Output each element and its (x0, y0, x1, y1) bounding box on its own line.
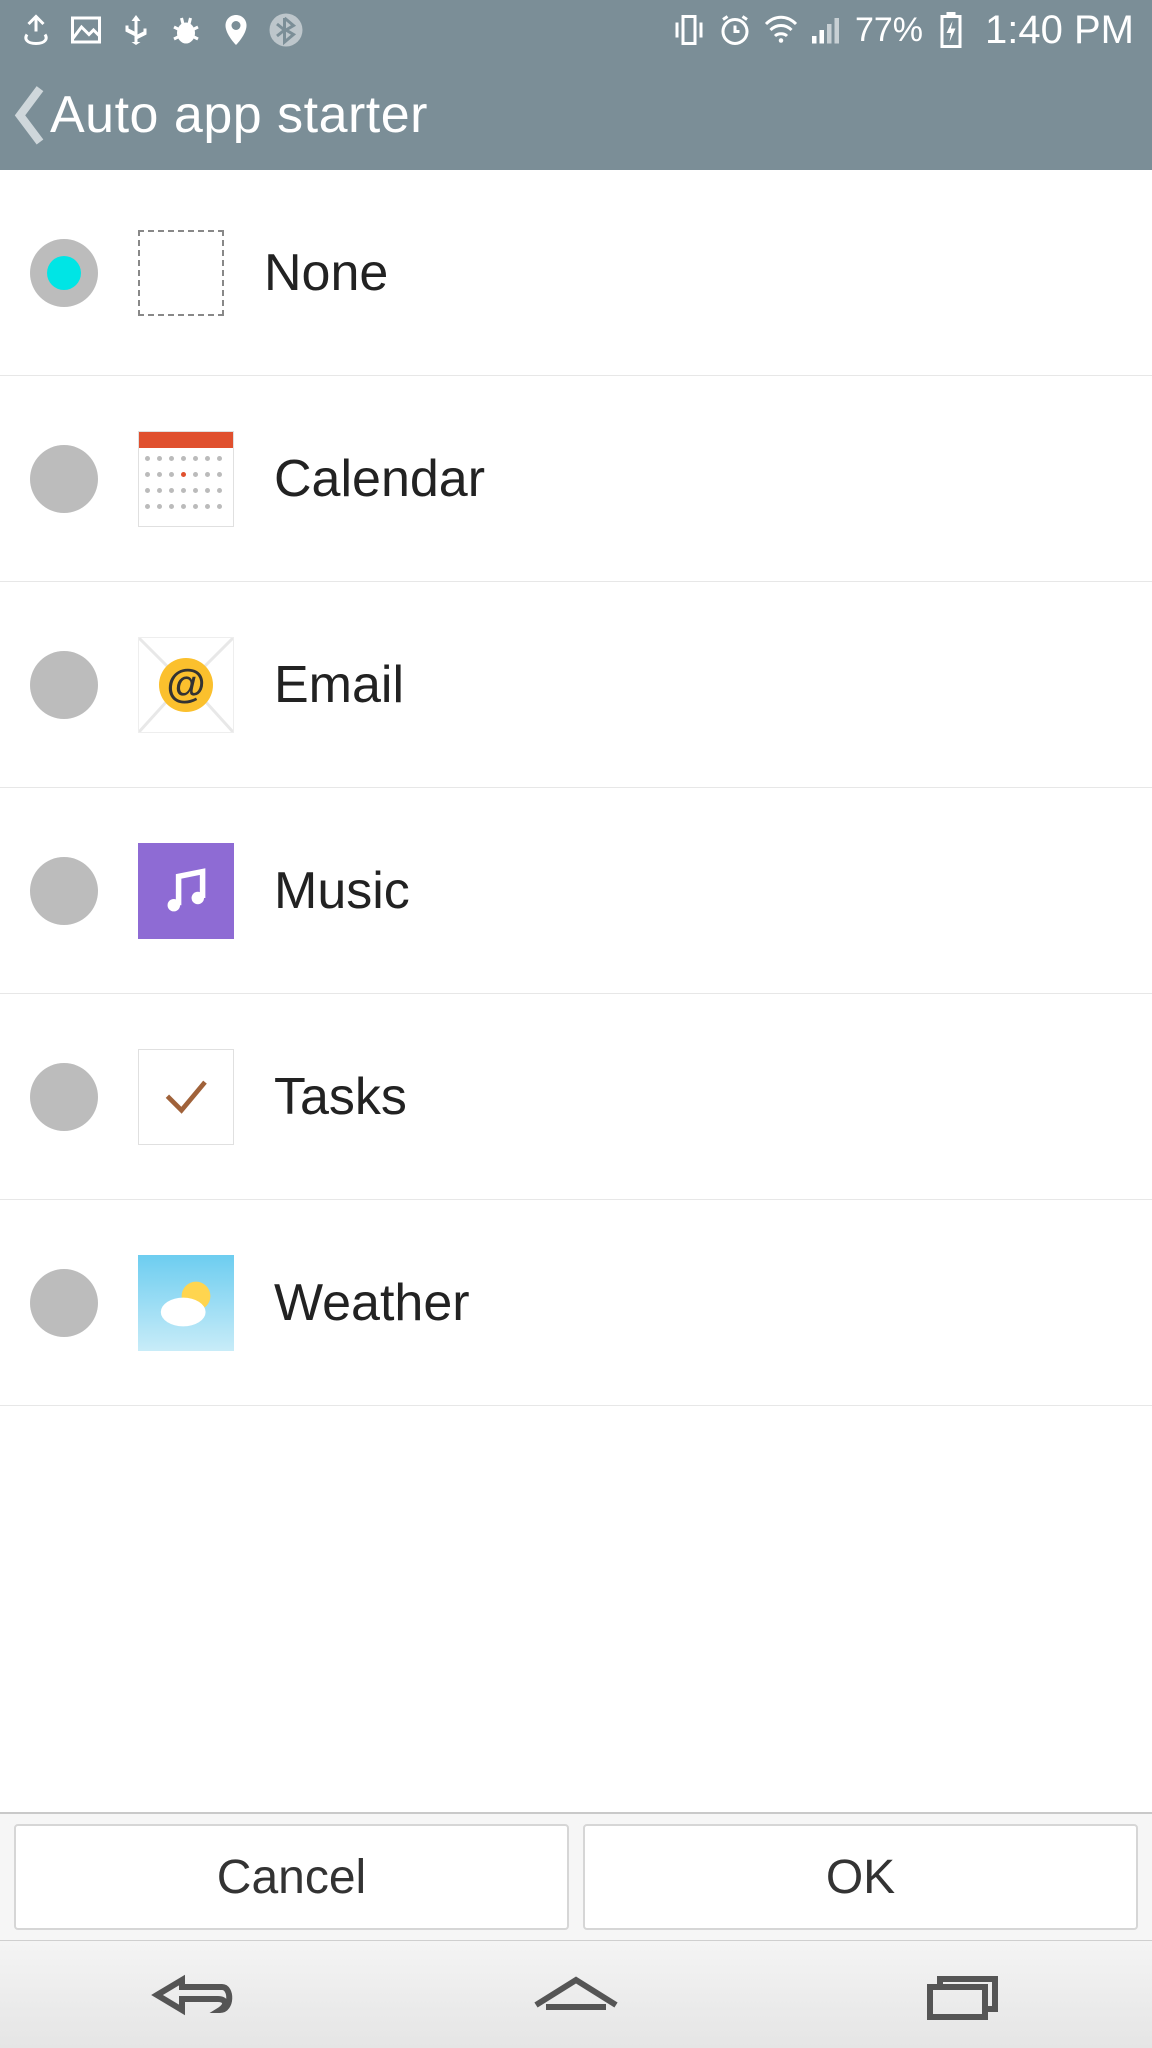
picture-icon (68, 12, 104, 48)
ok-button[interactable]: OK (583, 1824, 1138, 1930)
status-left (18, 12, 304, 48)
radio-music[interactable] (30, 857, 98, 925)
datashare-icon (18, 12, 54, 48)
location-icon (218, 12, 254, 48)
signal-icon (809, 12, 845, 48)
email-icon: @ (138, 637, 234, 733)
calendar-icon (138, 431, 234, 527)
nav-back-button[interactable] (132, 1960, 252, 2030)
empty-space (0, 1406, 1152, 1812)
weather-icon (138, 1255, 234, 1351)
system-navbar (0, 1940, 1152, 2048)
debug-icon (168, 12, 204, 48)
radio-weather[interactable] (30, 1269, 98, 1337)
row-label: Calendar (274, 449, 485, 509)
list-row-calendar[interactable]: Calendar (0, 376, 1152, 582)
row-label: Music (274, 861, 410, 921)
status-bar: 77% 1:40 PM (0, 0, 1152, 60)
battery-percent: 77% (855, 11, 923, 50)
list-row-music[interactable]: Music (0, 788, 1152, 994)
radio-tasks[interactable] (30, 1063, 98, 1131)
row-label: None (264, 243, 388, 303)
row-label: Email (274, 655, 404, 715)
page-title: Auto app starter (50, 85, 428, 145)
row-label: Tasks (274, 1067, 407, 1127)
radio-email[interactable] (30, 651, 98, 719)
list-row-weather[interactable]: Weather (0, 1200, 1152, 1406)
cancel-button[interactable]: Cancel (14, 1824, 569, 1930)
bluetooth-icon (268, 12, 304, 48)
vibrate-icon (671, 12, 707, 48)
alarm-icon (717, 12, 753, 48)
list-row-none[interactable]: None (0, 170, 1152, 376)
app-list: None Calendar @ Email (0, 170, 1152, 1406)
radio-none[interactable] (30, 239, 98, 307)
wifi-icon (763, 12, 799, 48)
row-label: Weather (274, 1273, 470, 1333)
status-right: 77% 1:40 PM (671, 8, 1134, 53)
header: Auto app starter (0, 60, 1152, 170)
dialog-buttons: Cancel OK (0, 1812, 1152, 1940)
none-icon (138, 230, 224, 316)
back-button[interactable] (10, 85, 50, 145)
list-row-tasks[interactable]: Tasks (0, 994, 1152, 1200)
nav-recent-button[interactable] (900, 1960, 1020, 2030)
clock-time: 1:40 PM (985, 8, 1134, 53)
tasks-icon (138, 1049, 234, 1145)
usb-icon (118, 12, 154, 48)
battery-charging-icon (933, 12, 969, 48)
music-icon (138, 843, 234, 939)
list-row-email[interactable]: @ Email (0, 582, 1152, 788)
radio-calendar[interactable] (30, 445, 98, 513)
nav-home-button[interactable] (516, 1960, 636, 2030)
